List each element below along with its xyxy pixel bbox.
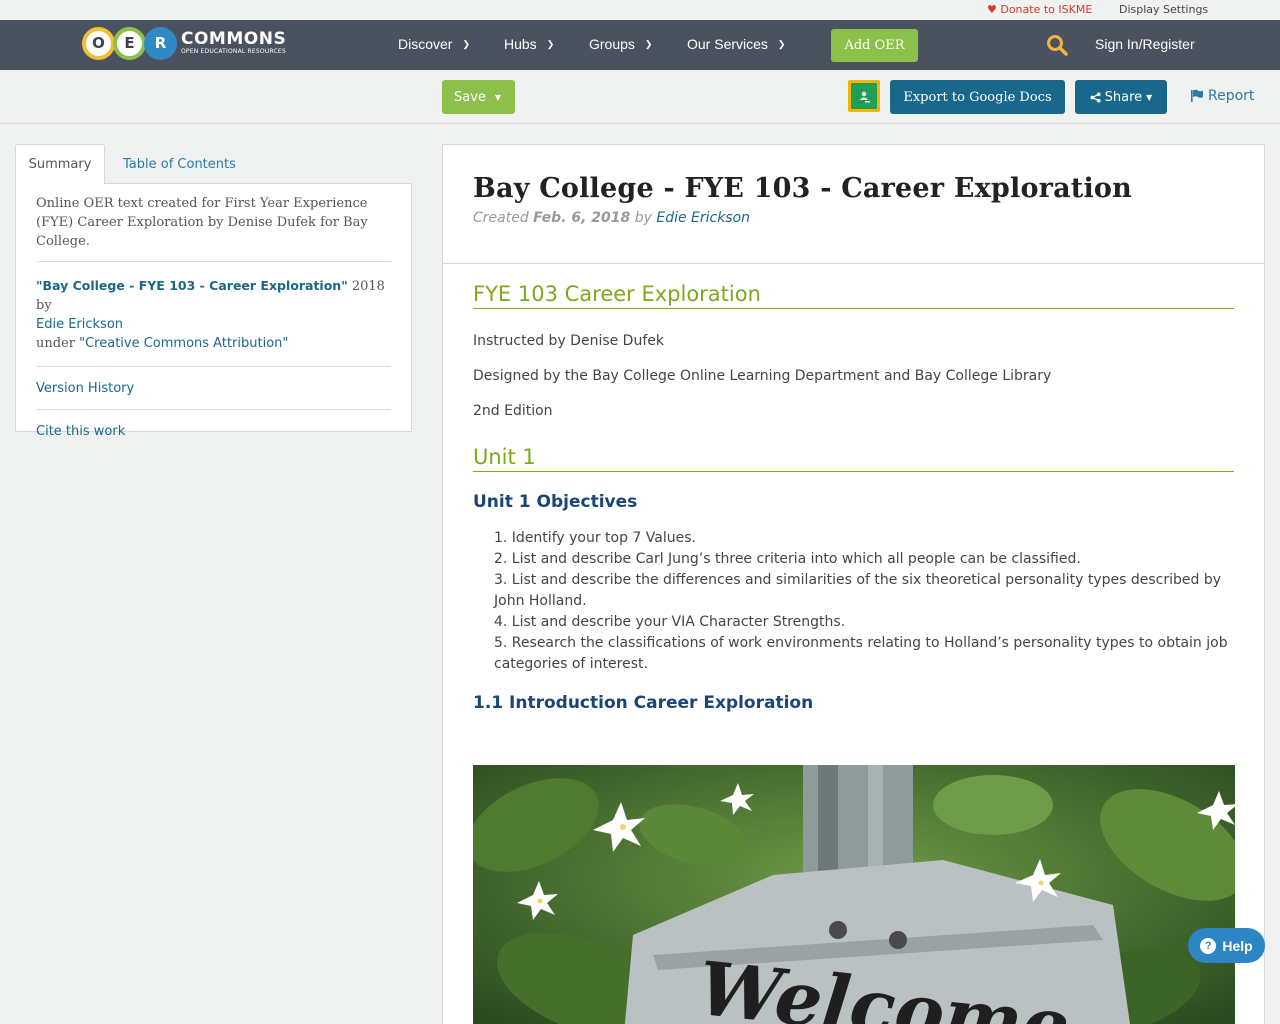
chevron-down-icon: ❯ (462, 39, 471, 49)
nav-our-services[interactable]: Our Services ❯ (687, 36, 785, 52)
intro-heading: 1.1 Introduction Career Exploration (473, 693, 814, 713)
welcome-sign-image: Welcome (473, 765, 1235, 1024)
author-link[interactable]: Edie Erickson (656, 210, 750, 226)
created-date: Feb. 6, 2018 (533, 210, 631, 226)
save-button-label: Save (454, 89, 486, 105)
caret-down-icon: ▼ (1146, 92, 1153, 102)
license-attribution: "Bay College - FYE 103 - Career Explorat… (36, 262, 391, 367)
section-heading-unit1: Unit 1 (473, 443, 1234, 472)
license-author-link[interactable]: Edie Erickson (36, 317, 123, 332)
share-icon (1090, 91, 1101, 103)
top-utility-bar: ♥ Donate to ISKME Display Settings (0, 0, 1280, 20)
resource-header: Bay College - FYE 103 - Career Explorati… (443, 145, 1264, 264)
designed-by-text: Designed by the Bay College Online Learn… (473, 368, 1052, 384)
logo-letter-r: R (144, 26, 177, 60)
summary-sidebar: Summary Table of Contents Online OER tex… (15, 144, 412, 439)
chevron-down-icon: ❯ (644, 39, 653, 49)
sign-in-register-link[interactable]: Sign In/Register (1095, 36, 1195, 52)
tab-summary[interactable]: Summary (15, 144, 105, 184)
nav-hubs[interactable]: Hubs ❯ (504, 36, 554, 52)
save-button[interactable]: Save ▼ (442, 80, 515, 114)
license-title-link[interactable]: "Bay College - FYE 103 - Career Explorat… (36, 278, 348, 293)
created-by: by (630, 210, 657, 226)
donate-label: Donate to ISKME (1000, 3, 1093, 16)
report-link[interactable]: Report (1190, 88, 1254, 104)
version-history-link[interactable]: Version History (36, 367, 391, 410)
logo-wordmark-text: COMMONS (181, 29, 287, 49)
license-under: under (36, 336, 80, 351)
export-google-docs-button[interactable]: Export to Google Docs (890, 80, 1065, 114)
page-title: Bay College - FYE 103 - Career Explorati… (473, 173, 1132, 204)
logo-letter-e: E (113, 26, 146, 60)
logo-letter-o: O (82, 26, 115, 60)
google-classroom-icon (851, 83, 877, 109)
chevron-down-icon: ❯ (777, 39, 786, 49)
report-label: Report (1208, 88, 1255, 104)
created-prefix: Created (473, 210, 534, 226)
created-meta: Created Feb. 6, 2018 by Edie Erickson (473, 210, 1234, 226)
question-icon: ? (1200, 937, 1217, 954)
list-item: 5. Research the classifications of work … (494, 635, 1228, 672)
caret-down-icon: ▼ (494, 92, 502, 102)
list-item: 2. List and describe Carl Jung’s three c… (494, 551, 1081, 567)
license-name-link[interactable]: "Creative Commons Attribution" (79, 336, 288, 351)
logo-tagline: OPEN EDUCATIONAL RESOURCES (181, 48, 286, 55)
list-item: 3. List and describe the differences and… (494, 572, 1222, 609)
nav-discover[interactable]: Discover ❯ (398, 36, 470, 52)
tab-table-of-contents[interactable]: Table of Contents (123, 144, 236, 184)
nav-discover-label: Discover (398, 36, 453, 52)
logo-wordmark: COMMONS OPEN EDUCATIONAL RESOURCES (181, 31, 286, 55)
instructed-by-text: Instructed by Denise Dufek (473, 333, 664, 349)
search-icon[interactable] (1046, 34, 1068, 56)
nav-hubs-label: Hubs (504, 36, 537, 52)
section-heading-fye: FYE 103 Career Exploration (473, 280, 1234, 309)
share-button-label: Share (1104, 89, 1143, 105)
sidebar-body: Online OER text created for First Year E… (15, 183, 412, 439)
objectives-list: 1. Identify your top 7 Values. 2. List a… (473, 528, 1234, 675)
main-navbar: O E R COMMONS OPEN EDUCATIONAL RESOURCES… (0, 20, 1280, 70)
help-button[interactable]: ? Help (1188, 928, 1265, 963)
display-settings-link[interactable]: Display Settings (1119, 3, 1208, 16)
oer-commons-logo[interactable]: O E R COMMONS OPEN EDUCATIONAL RESOURCES (82, 25, 286, 61)
help-label: Help (1222, 937, 1253, 954)
share-button[interactable]: Share ▼ (1075, 80, 1167, 114)
donate-link[interactable]: ♥ Donate to ISKME (987, 3, 1092, 16)
cite-work-link[interactable]: Cite this work (36, 410, 391, 452)
list-item: 4. List and describe your VIA Character … (494, 614, 846, 630)
nav-groups[interactable]: Groups ❯ (589, 36, 652, 52)
list-item: 1. Identify your top 7 Values. (494, 530, 696, 546)
nav-groups-label: Groups (589, 36, 635, 52)
resource-description: Online OER text created for First Year E… (36, 194, 391, 262)
objectives-heading: Unit 1 Objectives (473, 492, 638, 512)
chevron-down-icon: ❯ (546, 39, 555, 49)
google-classroom-button[interactable] (848, 80, 880, 112)
flag-icon (1191, 89, 1203, 102)
edition-text: 2nd Edition (473, 403, 553, 419)
resource-body: FYE 103 Career Exploration Instructed by… (443, 264, 1264, 713)
main-content-panel: Bay College - FYE 103 - Career Explorati… (442, 144, 1265, 1024)
sidebar-tabs: Summary Table of Contents (15, 144, 412, 184)
nav-our-services-label: Our Services (687, 36, 768, 52)
add-oer-button[interactable]: Add OER (831, 29, 918, 62)
